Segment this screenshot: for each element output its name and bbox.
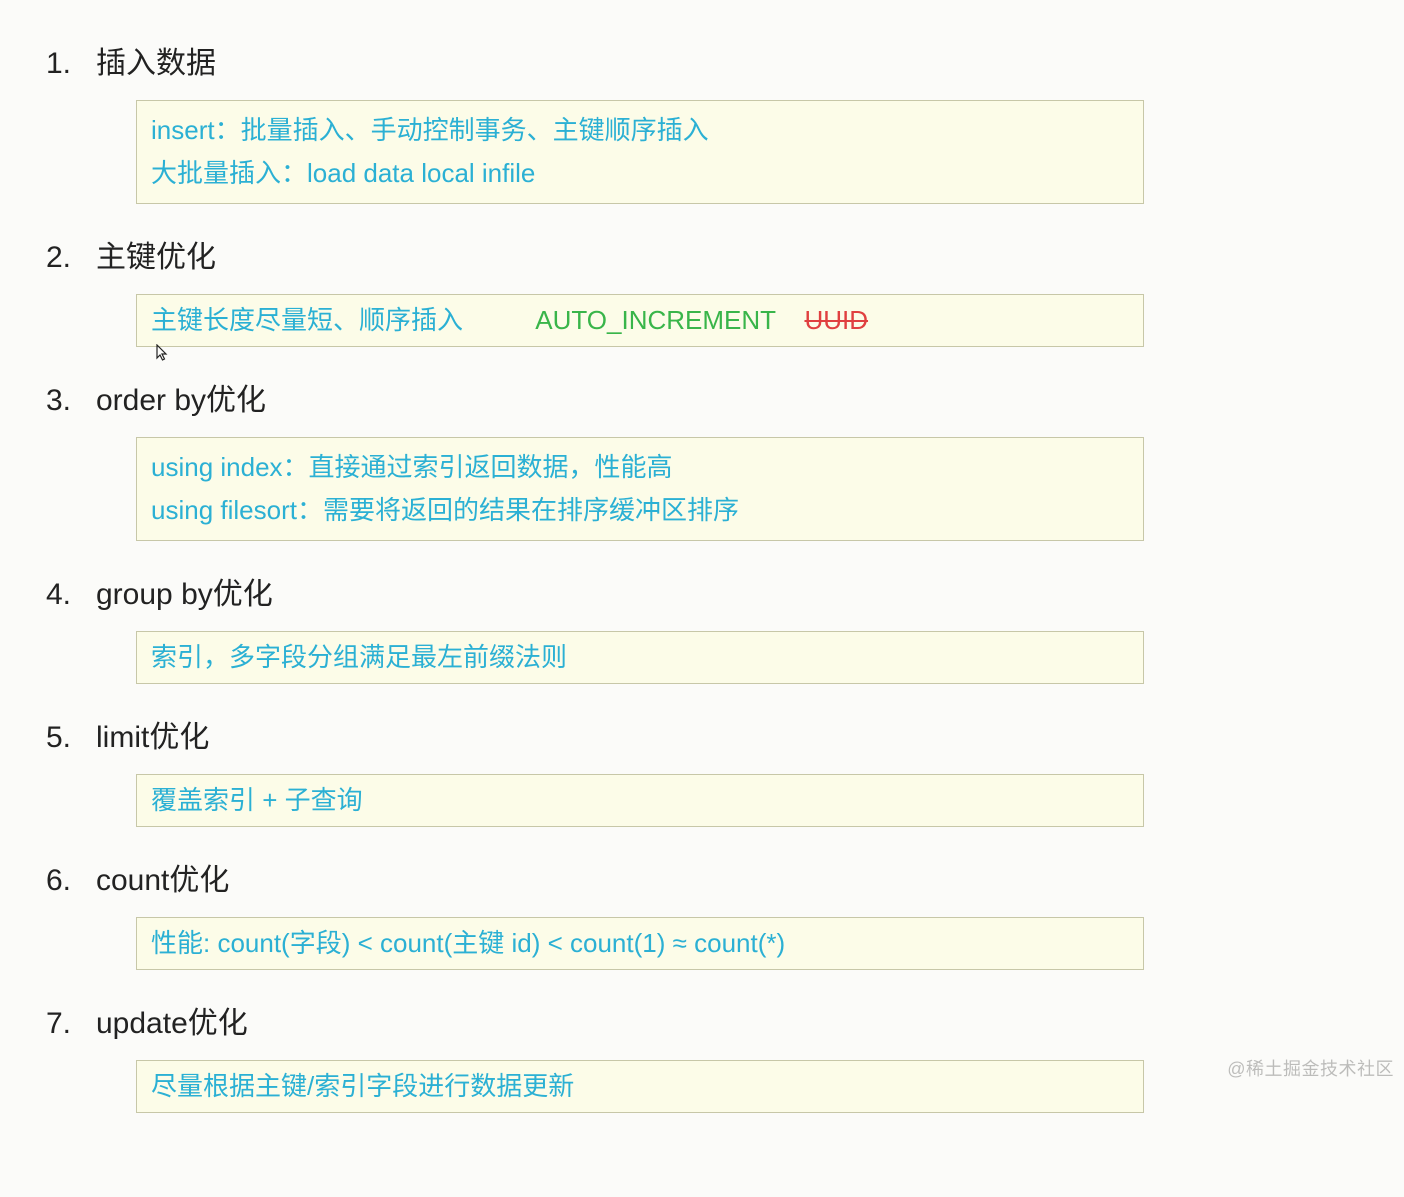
item-number: 4.: [40, 578, 96, 612]
section-heading: 5.limit优化: [40, 712, 1364, 756]
text-segment: [776, 305, 805, 335]
cursor-icon: [155, 343, 169, 370]
item-title: count优化: [96, 855, 1364, 899]
content-line: using index：直接通过索引返回数据，性能高: [151, 448, 1129, 487]
text-segment: UUID: [804, 305, 868, 335]
content-line: 性能: count(字段) < count(主键 id) < count(1) …: [151, 924, 1129, 963]
item-title: order by优化: [96, 375, 1364, 419]
content-box: 覆盖索引 + 子查询: [136, 774, 1144, 827]
list-item: 1.插入数据 insert：批量插入、手动控制事务、主键顺序插入大批量插入：loa…: [40, 38, 1364, 204]
content-line: 主键长度尽量短、顺序插入 AUTO_INCREMENT UUID: [151, 301, 1129, 340]
content-line: insert：批量插入、手动控制事务、主键顺序插入: [151, 111, 1129, 150]
text-segment: 大批量插入：load data local infile: [151, 158, 535, 188]
section-heading: 6.count优化: [40, 855, 1364, 899]
section-heading: 2.主键优化: [40, 232, 1364, 276]
content-box: using index：直接通过索引返回数据，性能高 using filesort…: [136, 437, 1144, 541]
item-title: update优化: [96, 998, 1364, 1042]
item-title: 插入数据: [96, 38, 1364, 82]
content-line: 尽量根据主键/索引字段进行数据更新: [151, 1067, 1129, 1106]
item-number: 6.: [40, 864, 96, 898]
list-item: 5.limit优化覆盖索引 + 子查询: [40, 712, 1364, 827]
item-title: limit优化: [96, 712, 1364, 756]
list-item: 3.order by优化using index：直接通过索引返回数据，性能高us…: [40, 375, 1364, 541]
content-box: 主键长度尽量短、顺序插入 AUTO_INCREMENT UUID: [136, 294, 1144, 347]
content-line: 大批量插入：load data local infile: [151, 154, 1129, 193]
list-item: 7.update优化尽量根据主键/索引字段进行数据更新: [40, 998, 1364, 1113]
content-box: 尽量根据主键/索引字段进行数据更新: [136, 1060, 1144, 1113]
item-number: 2.: [40, 241, 96, 275]
item-number: 7.: [40, 1007, 96, 1041]
item-number: 3.: [40, 384, 96, 418]
text-segment: AUTO_INCREMENT: [535, 305, 775, 335]
content-box: 索引，多字段分组满足最左前缀法则: [136, 631, 1144, 684]
text-segment: 尽量根据主键/索引字段进行数据更新: [151, 1071, 574, 1101]
content-line: 索引，多字段分组满足最左前缀法则: [151, 638, 1129, 677]
text-segment: using index：直接通过索引返回数据，性能高: [151, 452, 673, 482]
item-number: 1.: [40, 47, 96, 81]
list-item: 6.count优化性能: count(字段) < count(主键 id) < …: [40, 855, 1364, 970]
text-segment: 索引，多字段分组满足最左前缀法则: [151, 642, 567, 672]
content-box: 性能: count(字段) < count(主键 id) < count(1) …: [136, 917, 1144, 970]
list-item: 4.group by优化索引，多字段分组满足最左前缀法则: [40, 569, 1364, 684]
list-item: 2.主键优化主键长度尽量短、顺序插入 AUTO_INCREMENT UUID: [40, 232, 1364, 347]
item-title: group by优化: [96, 569, 1364, 613]
page: 1.插入数据 insert：批量插入、手动控制事务、主键顺序插入大批量插入：loa…: [0, 0, 1404, 1197]
text-segment: 主键长度尽量短、顺序插入: [151, 305, 463, 335]
section-heading: 4.group by优化: [40, 569, 1364, 613]
item-number: 5.: [40, 721, 96, 755]
text-segment: using filesort：需要将返回的结果在排序缓冲区排序: [151, 495, 739, 525]
section-heading: 7.update优化: [40, 998, 1364, 1042]
content-box: insert：批量插入、手动控制事务、主键顺序插入大批量插入：load data…: [136, 100, 1144, 204]
text-segment: [463, 305, 535, 335]
text-segment: insert：批量插入、手动控制事务、主键顺序插入: [151, 115, 709, 145]
section-heading: 3.order by优化: [40, 375, 1364, 419]
content-line: 覆盖索引 + 子查询: [151, 781, 1129, 820]
content-line: using filesort：需要将返回的结果在排序缓冲区排序: [151, 491, 1129, 530]
item-title: 主键优化: [96, 232, 1364, 276]
text-segment: 性能: count(字段) < count(主键 id) < count(1) …: [151, 928, 785, 958]
text-segment: 覆盖索引 + 子查询: [151, 785, 363, 815]
section-heading: 1.插入数据: [40, 38, 1364, 82]
